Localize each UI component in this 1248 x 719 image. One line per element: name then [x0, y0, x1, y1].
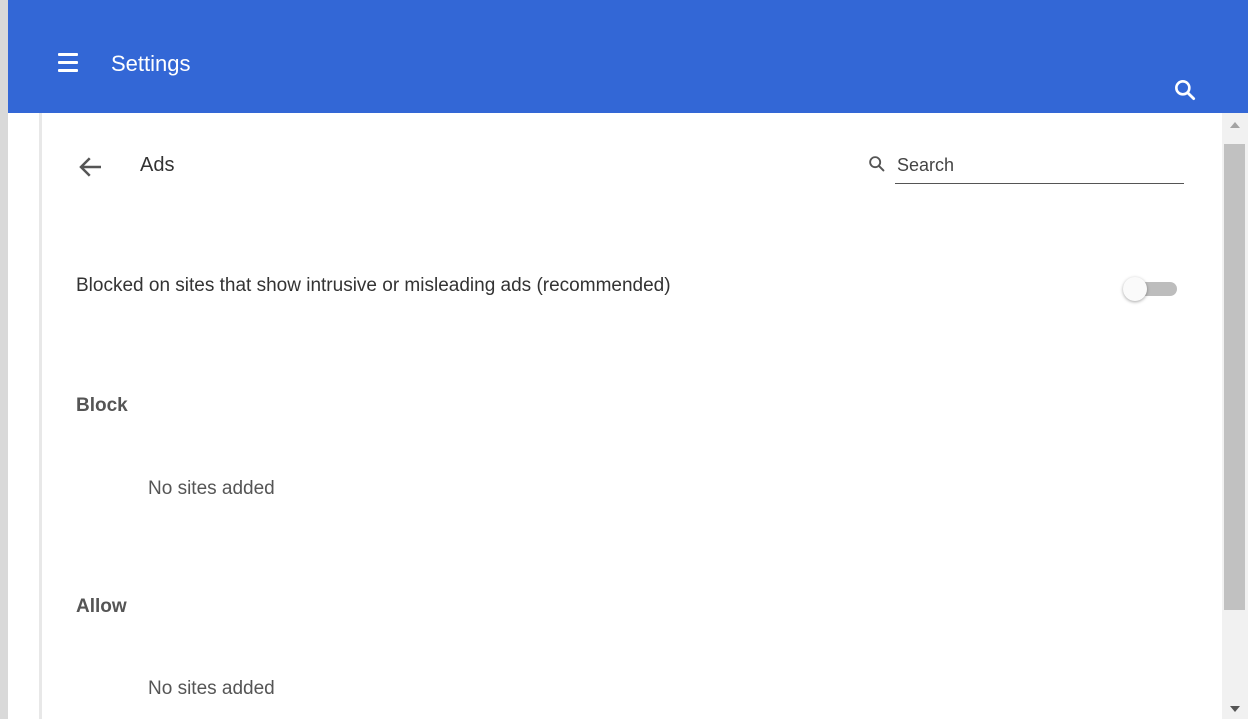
arrow-back-icon[interactable]: [76, 152, 106, 182]
search-icon: [869, 156, 885, 172]
app-toolbar: Settings: [8, 0, 1248, 113]
block-section-title: Block: [76, 395, 128, 416]
scroll-thumb[interactable]: [1224, 144, 1245, 610]
scroll-up-arrow-icon[interactable]: [1230, 122, 1240, 128]
vertical-scrollbar[interactable]: [1222, 113, 1248, 719]
page-title: Ads: [140, 154, 175, 176]
hamburger-menu-icon[interactable]: [56, 53, 82, 75]
ads-setting-label: Blocked on sites that show intrusive or …: [76, 275, 671, 296]
search-field[interactable]: [856, 147, 1184, 185]
search-icon[interactable]: [1172, 77, 1198, 103]
allow-empty-message: No sites added: [148, 678, 275, 699]
settings-content: Ads Blocked on sites that show intrusive…: [8, 113, 1222, 719]
block-empty-message: No sites added: [148, 478, 275, 499]
window-frame: [0, 0, 8, 719]
scroll-down-arrow-icon[interactable]: [1230, 706, 1240, 712]
search-input[interactable]: [895, 147, 1184, 184]
side-gutter: [8, 113, 42, 719]
toggle-knob: [1123, 277, 1147, 301]
settings-card: Ads Blocked on sites that show intrusive…: [42, 113, 1222, 719]
ads-toggle[interactable]: [1121, 274, 1183, 302]
app-title: Settings: [111, 51, 191, 76]
allow-section-title: Allow: [76, 596, 127, 617]
